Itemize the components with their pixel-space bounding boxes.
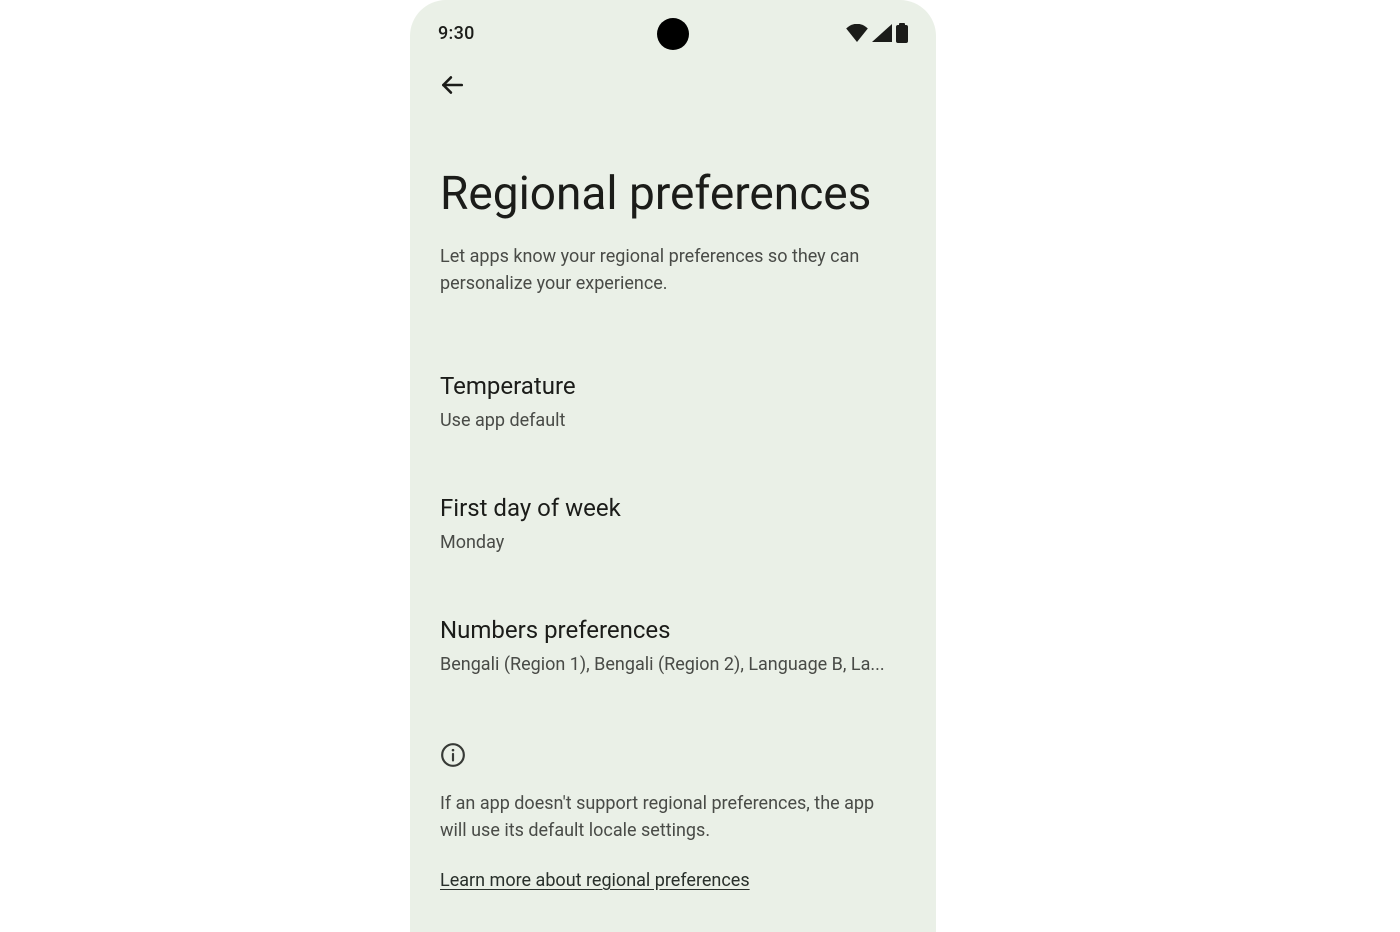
page-subtitle: Let apps know your regional preferences … xyxy=(440,243,870,297)
status-clock: 9:30 xyxy=(438,23,475,44)
pref-value: Bengali (Region 1), Bengali (Region 2), … xyxy=(440,653,906,677)
pref-title: Temperature xyxy=(440,371,906,401)
app-toolbar xyxy=(410,58,936,114)
wifi-icon xyxy=(846,24,868,42)
cellular-icon xyxy=(872,24,892,42)
info-block: If an app doesn't support regional prefe… xyxy=(440,742,906,891)
pref-item-temperature[interactable]: Temperature Use app default xyxy=(440,371,906,493)
pref-item-numbers[interactable]: Numbers preferences Bengali (Region 1), … xyxy=(440,615,906,737)
pref-value: Monday xyxy=(440,531,906,555)
page-title: Regional preferences xyxy=(440,168,906,221)
learn-more-link[interactable]: Learn more about regional preferences xyxy=(440,870,750,891)
pref-title: Numbers preferences xyxy=(440,615,906,645)
camera-cutout-icon xyxy=(657,18,689,50)
info-text: If an app doesn't support regional prefe… xyxy=(440,790,880,844)
battery-icon xyxy=(896,23,908,43)
preference-list: Temperature Use app default First day of… xyxy=(440,371,906,738)
phone-frame: 9:30 xyxy=(410,0,936,932)
pref-title: First day of week xyxy=(440,493,906,523)
info-icon xyxy=(440,742,466,768)
status-bar: 9:30 xyxy=(410,0,936,58)
arrow-left-icon xyxy=(439,72,465,101)
pref-item-first-day[interactable]: First day of week Monday xyxy=(440,493,906,615)
pref-value: Use app default xyxy=(440,409,906,433)
back-button[interactable] xyxy=(430,64,474,108)
